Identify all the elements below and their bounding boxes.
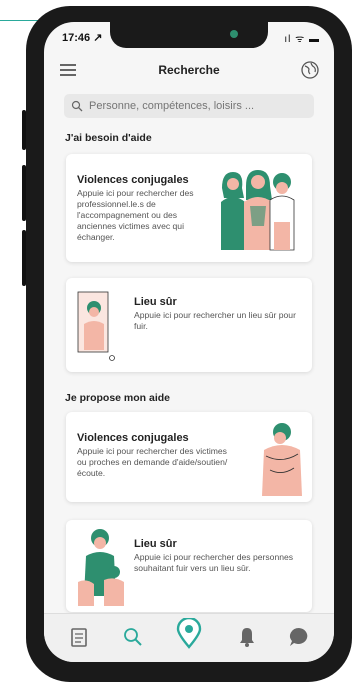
card-title: Violences conjugales [77,432,189,444]
phone-volume-up [22,165,26,221]
search-icon [71,100,83,112]
app-screen: 17:46 ↗ ıl ᯤ ▬ Recherche J'ai besoin d'a… [44,22,334,662]
page-title: Recherche [158,63,220,77]
status-time: 17:46 ↗ [62,32,103,44]
search-bar[interactable] [64,94,314,118]
section-title-offer-help: Je propose mon aide [65,392,171,404]
card-need-help-safe-place[interactable]: Lieu sûr Appuie ici pour rechercher un l… [66,278,312,372]
card-description: Appuie ici pour rechercher des personnes… [134,552,294,573]
women-group-illustration [221,170,295,251]
card-description: Appuie ici pour rechercher des professio… [77,188,194,242]
card-offer-help-safe-place[interactable]: Lieu sûr Appuie ici pour rechercher des … [66,520,312,612]
globe-icon[interactable] [300,60,320,80]
phone-notch [110,22,268,48]
search-tab-icon[interactable] [120,624,146,650]
hug-illustration [262,423,302,496]
search-input[interactable] [87,99,311,113]
card-title: Lieu sûr [134,538,177,550]
card-title: Lieu sûr [134,296,177,308]
journal-icon[interactable] [66,624,92,650]
location-pin-icon[interactable] [174,618,204,650]
camera-icon [230,30,238,38]
card-offer-help-violence[interactable]: Violences conjugales Appuie ici pour rec… [66,412,312,502]
top-bar: Recherche [44,52,334,88]
bell-icon[interactable] [234,624,260,650]
card-description: Appuie ici pour rechercher un lieu sûr p… [134,310,296,331]
card-description: Appuie ici pour rechercher des victimes … [77,446,228,478]
card-need-help-violence[interactable]: Violences conjugales Appuie ici pour rec… [66,154,312,262]
woman-child-illustration [78,529,124,606]
card-title: Violences conjugales [77,174,189,186]
phone-side-button [22,110,26,150]
section-title-need-help: J'ai besoin d'aide [65,132,152,144]
chat-icon[interactable] [286,624,312,650]
phone-volume-down [22,230,26,286]
bottom-tab-bar [44,613,334,662]
status-icons: ıl ᯤ ▬ [284,34,320,45]
person-doorway-illustration [77,291,115,361]
